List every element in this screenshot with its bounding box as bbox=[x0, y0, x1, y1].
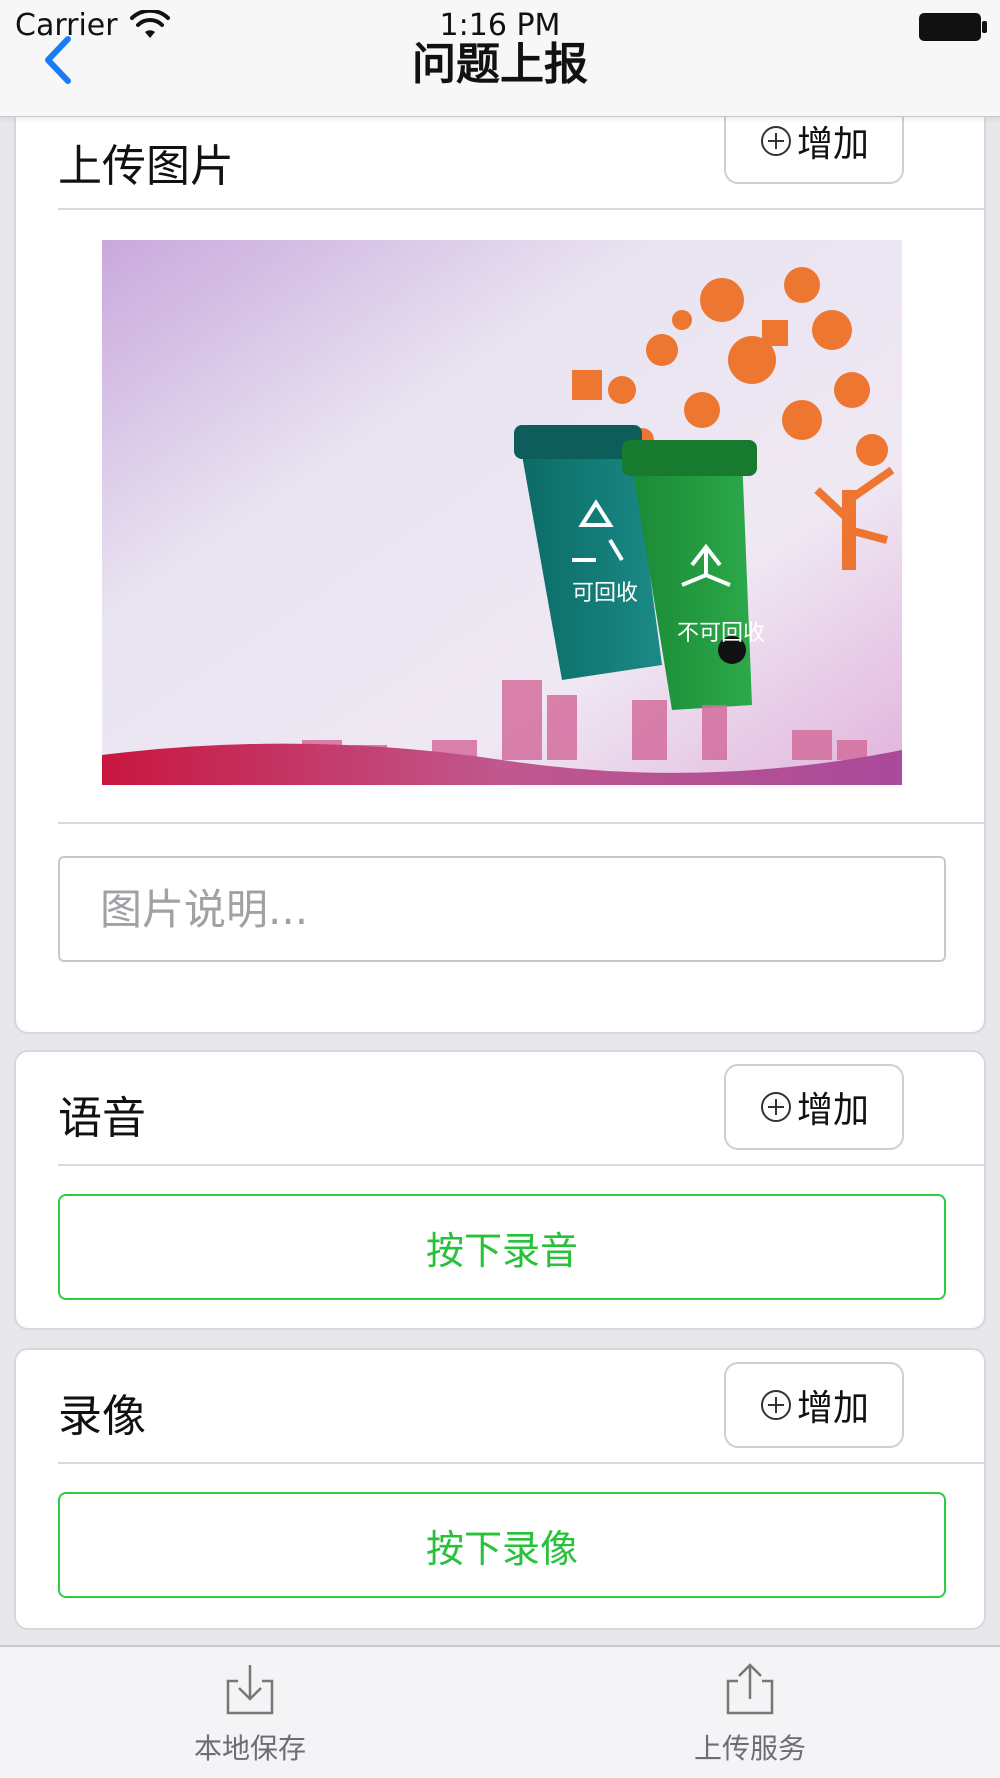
voice-section-title: 语音 bbox=[58, 1093, 146, 1144]
record-voice-button[interactable]: 按下录音 bbox=[58, 1194, 946, 1300]
circle-plus-icon bbox=[760, 1092, 791, 1122]
share-upload-icon bbox=[726, 1663, 774, 1715]
add-voice-label: 增加 bbox=[796, 1090, 869, 1131]
record-video-button[interactable]: 按下录像 bbox=[58, 1492, 946, 1598]
photo-upload-card: 上传图片 增加 可回收 不可回收 图片说明... bbox=[14, 98, 986, 1034]
add-photo-label: 增加 bbox=[796, 124, 869, 165]
upload-server-button[interactable]: 上传服务 bbox=[650, 1661, 850, 1771]
video-card: 录像 增加 按下录像 bbox=[14, 1348, 986, 1630]
circle-plus-icon bbox=[760, 1390, 791, 1420]
voice-card: 语音 增加 按下录音 bbox=[14, 1050, 986, 1330]
bin-left-label: 可回收 bbox=[572, 581, 638, 606]
recycling-bins-illustration: 可回收 不可回收 bbox=[102, 240, 902, 785]
add-video-button[interactable]: 增加 bbox=[724, 1362, 904, 1448]
add-voice-button[interactable]: 增加 bbox=[724, 1064, 904, 1150]
add-video-label: 增加 bbox=[796, 1388, 869, 1429]
save-local-label: 本地保存 bbox=[193, 1732, 306, 1765]
uploaded-photo[interactable]: 可回收 不可回收 bbox=[102, 240, 902, 785]
navigation-bar: Carrier 1:16 PM 问题上报 bbox=[0, 0, 1000, 117]
divider bbox=[58, 1164, 984, 1166]
video-section-title: 录像 bbox=[58, 1391, 146, 1442]
divider bbox=[58, 822, 984, 824]
divider bbox=[58, 1462, 984, 1464]
photo-caption-input[interactable] bbox=[58, 856, 946, 962]
save-local-button[interactable]: 本地保存 bbox=[150, 1661, 350, 1771]
divider bbox=[58, 208, 984, 210]
upload-server-label: 上传服务 bbox=[693, 1732, 806, 1765]
circle-plus-icon bbox=[760, 126, 791, 156]
bin-right-label: 不可回收 bbox=[677, 621, 765, 646]
download-tray-icon bbox=[226, 1665, 274, 1715]
photo-section-title: 上传图片 bbox=[58, 141, 234, 192]
bottom-toolbar: 本地保存 上传服务 bbox=[0, 1645, 1000, 1778]
page-title: 问题上报 bbox=[412, 39, 588, 90]
